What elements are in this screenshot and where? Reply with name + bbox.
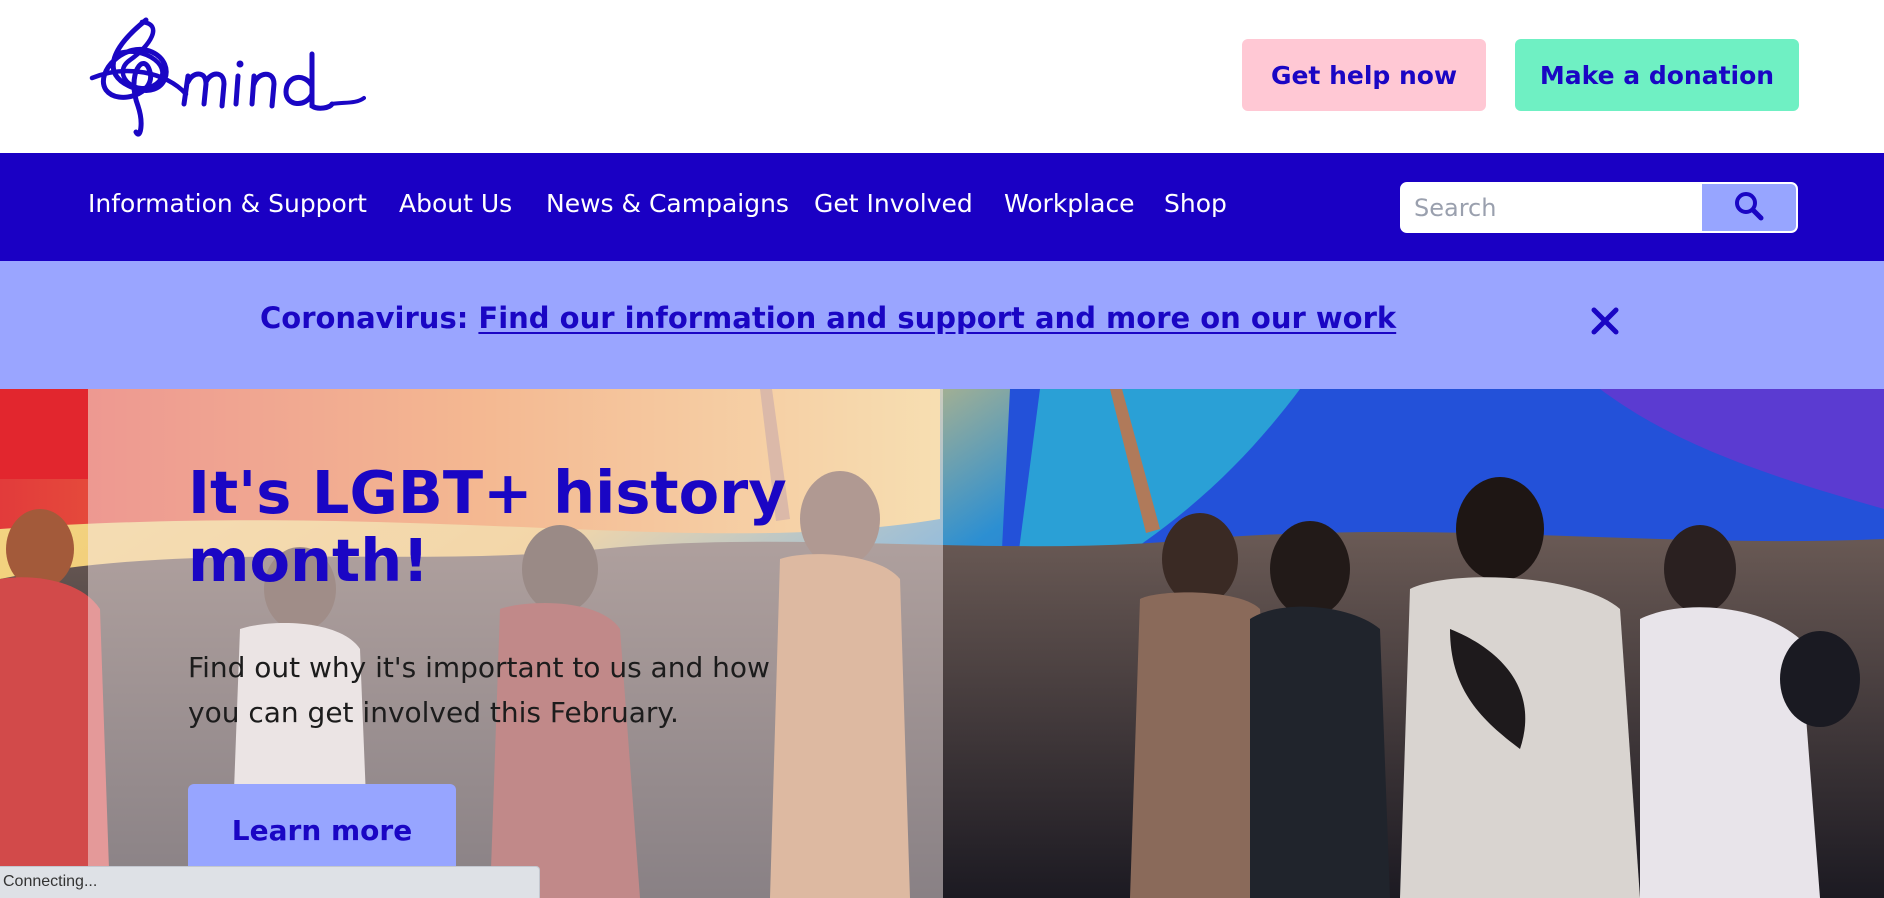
- alert-message: Coronavirus: Find our information and su…: [260, 301, 1396, 335]
- hero-title: It's LGBT+ history month!: [188, 458, 787, 595]
- nav-item-about-us[interactable]: About Us: [399, 189, 512, 218]
- alert-close-button[interactable]: [1588, 304, 1622, 338]
- get-help-now-button[interactable]: Get help now: [1242, 39, 1486, 111]
- search-form: [1400, 182, 1798, 233]
- nav-item-information-support[interactable]: Information & Support: [88, 189, 367, 218]
- site-header: Get help now Make a donation: [0, 0, 1884, 153]
- nav-item-shop[interactable]: Shop: [1164, 189, 1227, 218]
- make-donation-button[interactable]: Make a donation: [1515, 39, 1799, 111]
- search-icon: [1733, 190, 1765, 226]
- learn-more-button[interactable]: Learn more: [188, 784, 456, 876]
- alert-prefix: Coronavirus:: [260, 301, 479, 335]
- alert-link[interactable]: Find our information and support and mor…: [478, 301, 1396, 335]
- browser-status-bar: Connecting...: [0, 866, 540, 898]
- nav-item-get-involved[interactable]: Get Involved: [814, 189, 973, 218]
- main-navigation: Information & Support About Us News & Ca…: [0, 153, 1884, 261]
- mind-logo[interactable]: [86, 14, 366, 139]
- nav-item-news-campaigns[interactable]: News & Campaigns: [546, 189, 789, 218]
- search-button[interactable]: [1702, 184, 1796, 231]
- search-input[interactable]: [1402, 184, 1702, 231]
- hero-section: It's LGBT+ history month! Find out why i…: [0, 389, 1884, 898]
- nav-item-workplace[interactable]: Workplace: [1004, 189, 1135, 218]
- hero-description: Find out why it's important to us and ho…: [188, 651, 770, 729]
- close-icon: [1588, 307, 1622, 342]
